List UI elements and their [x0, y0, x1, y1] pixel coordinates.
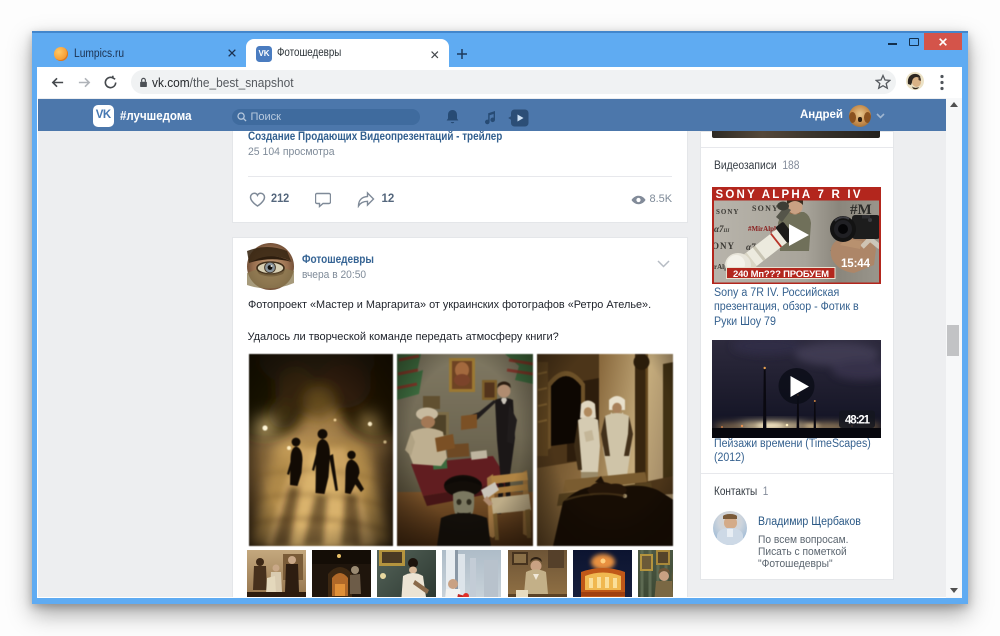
svg-text:SONY: SONY — [752, 204, 779, 213]
svg-text:15:44: 15:44 — [841, 258, 871, 270]
svg-text:48:21: 48:21 — [845, 415, 871, 427]
svg-text:SONY ALPHA 7 R IV: SONY ALPHA 7 R IV — [716, 189, 861, 201]
svg-text:ONY: ONY — [712, 241, 735, 251]
svg-text:SONY: SONY — [716, 208, 739, 216]
svg-text:#M: #M — [850, 202, 872, 218]
svg-text:240 Мп??? ПРОБУЕМ: 240 Мп??? ПРОБУЕМ — [733, 269, 829, 280]
